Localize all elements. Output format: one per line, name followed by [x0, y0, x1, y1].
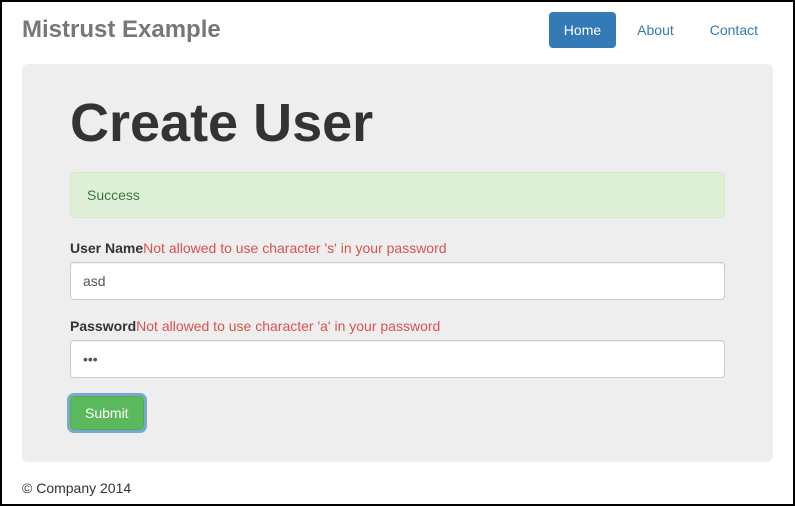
- main-panel: Create User Success User NameNot allowed…: [22, 64, 773, 462]
- form-group-password: PasswordNot allowed to use character 'a'…: [70, 318, 725, 378]
- password-error: Not allowed to use character 'a' in your…: [136, 318, 440, 334]
- nav-contact[interactable]: Contact: [695, 12, 773, 48]
- brand-title: Mistrust Example: [22, 16, 221, 44]
- password-input[interactable]: [70, 340, 725, 378]
- navbar: Mistrust Example Home About Contact: [22, 2, 773, 56]
- form-group-username: User NameNot allowed to use character 's…: [70, 240, 725, 300]
- password-label-row: PasswordNot allowed to use character 'a'…: [70, 318, 725, 334]
- footer-text: © Company 2014: [22, 480, 773, 506]
- nav-links: Home About Contact: [549, 12, 773, 48]
- app-frame: Mistrust Example Home About Contact Crea…: [0, 0, 795, 506]
- username-label: User Name: [70, 240, 143, 256]
- username-label-row: User NameNot allowed to use character 's…: [70, 240, 725, 256]
- submit-button[interactable]: Submit: [70, 396, 144, 430]
- page-title: Create User: [70, 92, 725, 154]
- password-label: Password: [70, 318, 136, 334]
- nav-about[interactable]: About: [622, 12, 689, 48]
- username-input[interactable]: [70, 262, 725, 300]
- container: Mistrust Example Home About Contact Crea…: [2, 2, 793, 506]
- alert-success: Success: [70, 172, 725, 218]
- username-error: Not allowed to use character 's' in your…: [143, 240, 446, 256]
- nav-home[interactable]: Home: [549, 12, 616, 48]
